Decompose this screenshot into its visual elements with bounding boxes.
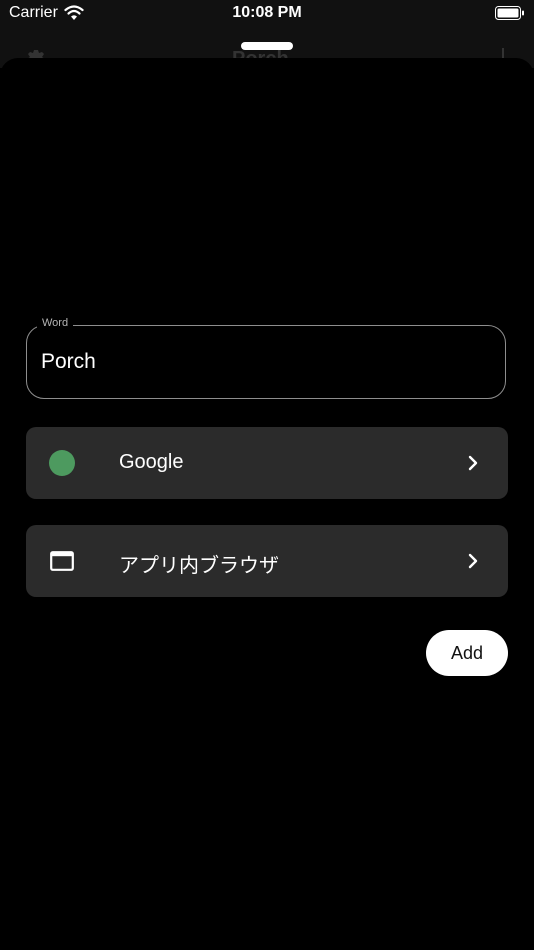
status-bar: Carrier 10:08 PM <box>0 0 534 28</box>
sheet-grabber[interactable] <box>241 42 293 50</box>
modal-sheet: Word Porch Google アプリ内ブラウザ Add <box>0 42 534 950</box>
chevron-right-icon <box>468 455 478 471</box>
browser-window-icon <box>50 551 74 571</box>
status-time: 10:08 PM <box>232 4 302 21</box>
add-button[interactable]: Add <box>426 630 508 676</box>
word-field-label: Word <box>37 317 74 329</box>
chevron-right-icon <box>468 553 478 569</box>
battery-icon <box>495 6 524 20</box>
colored-circle-icon <box>49 450 75 476</box>
word-field[interactable]: Word Porch <box>26 317 506 399</box>
browser-label: アプリ内ブラウザ <box>119 555 279 577</box>
search-engine-label: Google <box>119 451 184 473</box>
search-engine-row[interactable]: Google <box>26 427 508 499</box>
word-field-value[interactable]: Porch <box>41 350 96 374</box>
browser-row[interactable]: アプリ内ブラウザ <box>26 525 508 597</box>
